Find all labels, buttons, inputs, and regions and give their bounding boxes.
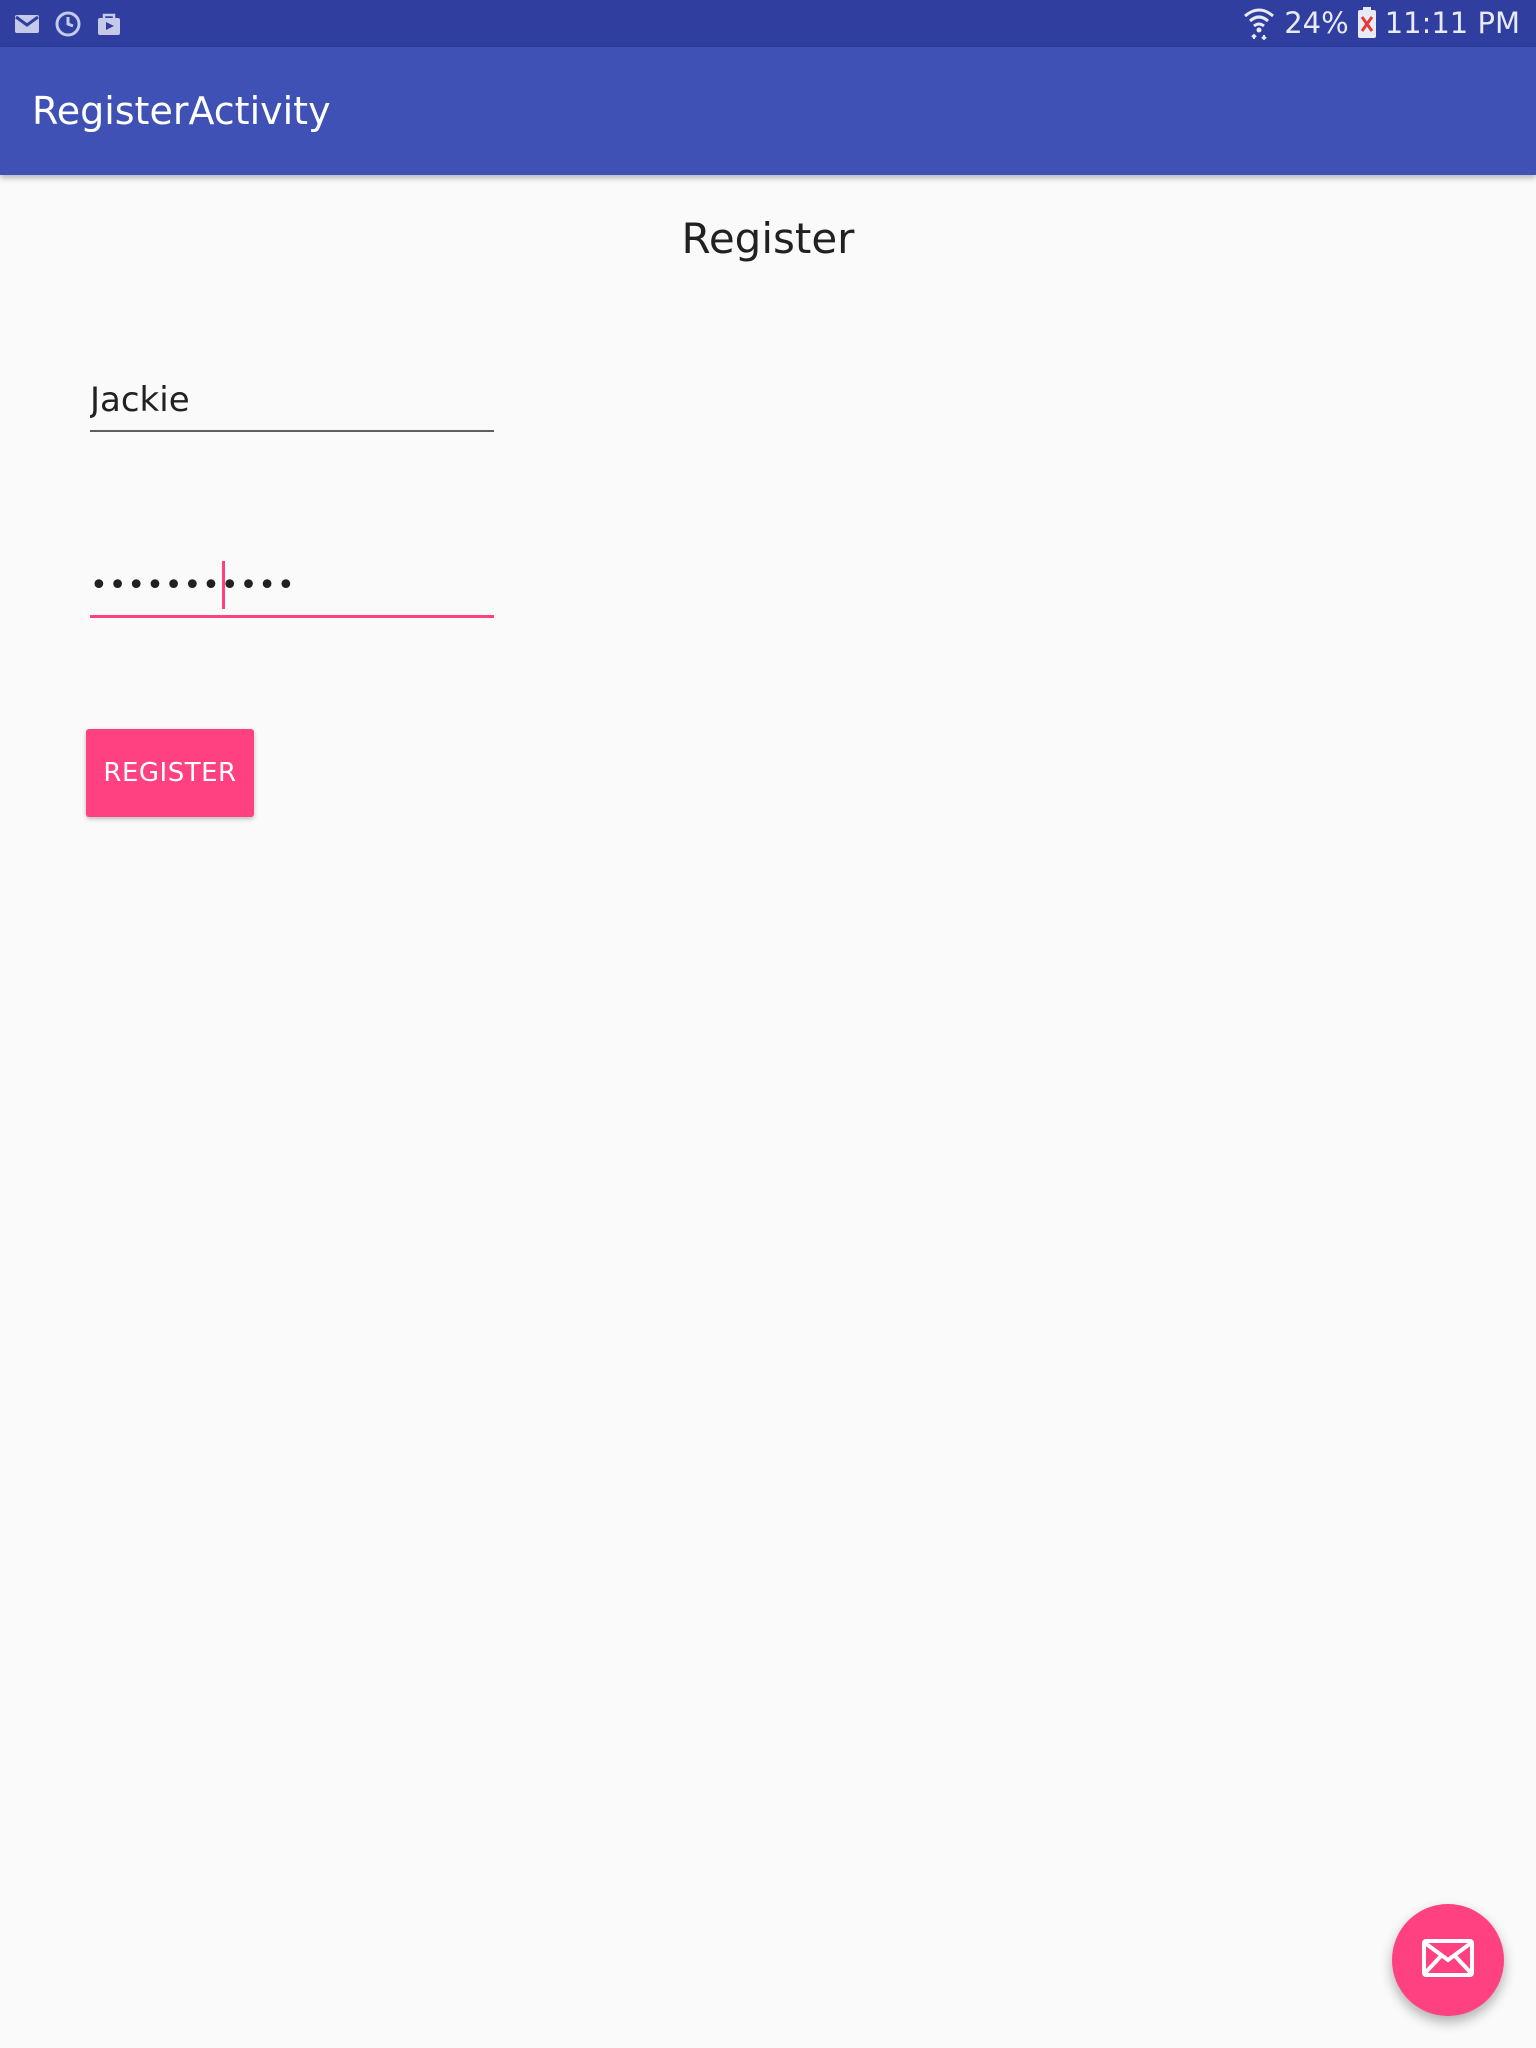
password-field[interactable] bbox=[90, 555, 494, 618]
password-input[interactable] bbox=[90, 555, 494, 615]
page-heading: Register bbox=[681, 214, 855, 263]
email-icon bbox=[1422, 1939, 1474, 1981]
text-cursor bbox=[222, 561, 225, 609]
wifi-icon bbox=[1242, 6, 1276, 40]
status-bar-left-icons bbox=[14, 10, 122, 38]
sync-icon bbox=[54, 10, 82, 38]
battery-percent: 24% bbox=[1284, 6, 1349, 40]
username-input[interactable] bbox=[90, 370, 494, 430]
register-button[interactable]: REGISTER bbox=[86, 729, 254, 817]
app-title: RegisterActivity bbox=[32, 89, 331, 133]
app-bar: RegisterActivity bbox=[0, 47, 1536, 175]
username-field[interactable] bbox=[90, 370, 494, 432]
store-bag-icon bbox=[96, 11, 122, 37]
status-bar: 24% 11:11 PM bbox=[0, 0, 1536, 47]
gmail-icon bbox=[14, 13, 40, 35]
email-fab-button[interactable] bbox=[1392, 1904, 1504, 2016]
clock-time: 11:11 PM bbox=[1384, 6, 1520, 40]
status-bar-right: 24% 11:11 PM bbox=[1242, 6, 1520, 40]
battery-alert-icon bbox=[1357, 7, 1377, 39]
